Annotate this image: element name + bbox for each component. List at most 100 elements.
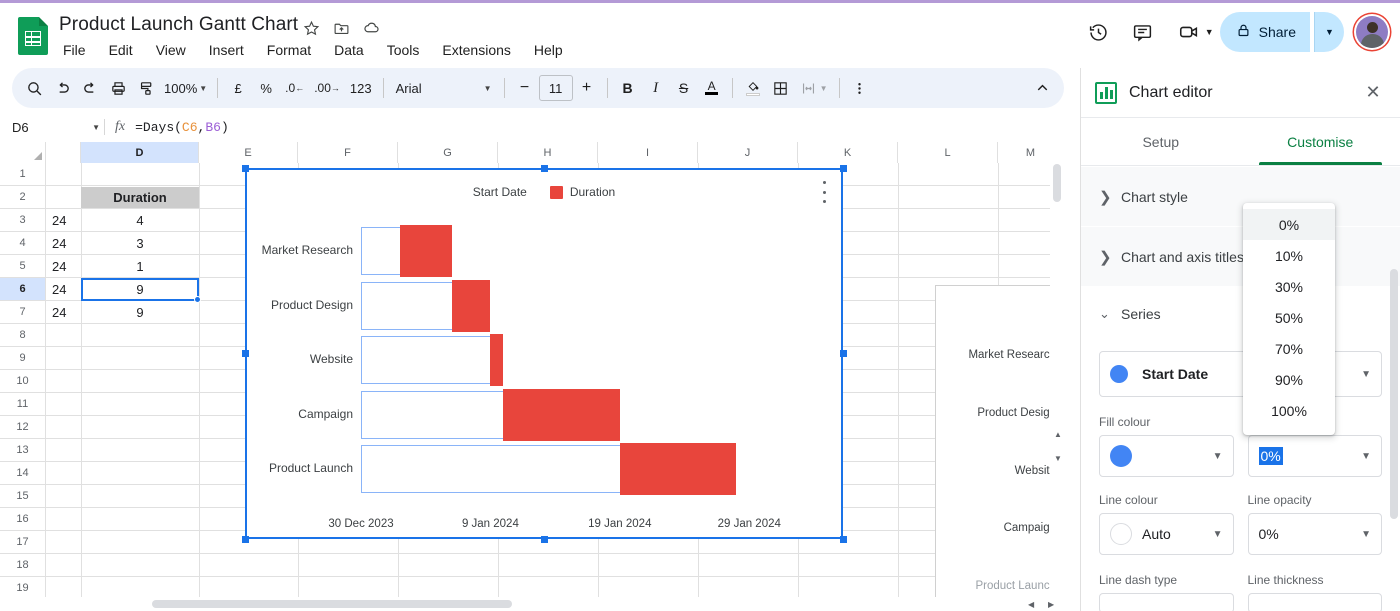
accordion-chart-style[interactable]: ❯ Chart style (1081, 167, 1400, 227)
column-header-d[interactable]: D (81, 142, 199, 163)
opacity-option-70[interactable]: 70% (1243, 333, 1335, 364)
scroll-left-icon[interactable]: ◀ (1028, 600, 1034, 609)
increase-font-size-button[interactable]: + (573, 74, 601, 102)
row-header-10[interactable]: 10 (0, 370, 46, 393)
chart-bar-start-date[interactable] (361, 282, 452, 330)
chart-bar-duration[interactable] (490, 334, 503, 386)
decrease-decimal-button[interactable]: .0← (280, 74, 309, 102)
chart-bar-duration[interactable] (620, 443, 736, 495)
chart-resize-handle[interactable] (541, 536, 548, 543)
version-history-icon[interactable] (1079, 12, 1119, 52)
fill-colour-dropdown[interactable]: ▼ (1099, 435, 1234, 477)
menu-help[interactable]: Help (530, 40, 567, 60)
font-family-selector[interactable]: Arial ▼ (390, 74, 498, 102)
line-opacity-dropdown[interactable]: 0% ▼ (1248, 513, 1383, 555)
name-box[interactable]: D6 ▼ (12, 120, 100, 135)
page-title[interactable]: Product Launch Gantt Chart (59, 14, 298, 36)
horizontal-scroll-thumb[interactable] (152, 600, 512, 608)
table-cell-d3[interactable]: 4 (81, 210, 199, 231)
line-thickness-dropdown[interactable] (1248, 593, 1383, 611)
column-header-h[interactable]: H (498, 142, 598, 163)
row-header-1[interactable]: 1 (0, 163, 46, 186)
table-cell-d4[interactable]: 3 (81, 233, 199, 254)
vertical-scroll-thumb[interactable] (1053, 164, 1061, 202)
more-options-icon[interactable] (846, 74, 874, 102)
row-header-13[interactable]: 13 (0, 439, 46, 462)
redo-icon[interactable] (76, 74, 104, 102)
opacity-option-90[interactable]: 90% (1243, 364, 1335, 395)
row-header-5[interactable]: 5 (0, 255, 46, 278)
chart-resize-handle[interactable] (541, 165, 548, 172)
menu-edit[interactable]: Edit (105, 40, 137, 60)
accordion-chart-and-axis-titles[interactable]: ❯ Chart and axis titles (1081, 227, 1400, 287)
table-cell-c7[interactable]: 24 (48, 302, 81, 323)
column-header-i[interactable]: I (598, 142, 698, 163)
italic-button[interactable]: I (642, 74, 670, 102)
fill-color-icon[interactable] (739, 74, 767, 102)
collapse-toolbar-icon[interactable] (1028, 74, 1056, 102)
chart-resize-handle[interactable] (242, 350, 249, 357)
font-size-input[interactable]: 11 (539, 75, 573, 101)
fill-handle[interactable] (194, 296, 201, 303)
decrease-font-size-button[interactable]: − (511, 74, 539, 102)
star-icon[interactable] (303, 20, 320, 41)
legend-item-start-date[interactable]: Start Date (473, 185, 527, 199)
chart-bar-start-date[interactable] (361, 227, 400, 275)
zoom-selector[interactable]: 100% ▼ (160, 74, 211, 102)
line-colour-dropdown[interactable]: Auto ▼ (1099, 513, 1234, 555)
accordion-series[interactable]: ⌄ Series (1081, 287, 1400, 341)
menu-extensions[interactable]: Extensions (438, 40, 514, 60)
scroll-up-icon[interactable]: ▲ (1054, 430, 1062, 439)
chart-resize-handle[interactable] (242, 536, 249, 543)
row-header-15[interactable]: 15 (0, 485, 46, 508)
column-header-l[interactable]: L (898, 142, 998, 163)
strikethrough-button[interactable]: S (670, 74, 698, 102)
row-header-14[interactable]: 14 (0, 462, 46, 485)
avatar[interactable] (1356, 16, 1388, 48)
table-cell-d2[interactable]: Duration (81, 187, 199, 208)
gantt-chart[interactable]: Start Date Duration Market ResearchProdu… (245, 168, 843, 539)
undo-icon[interactable] (48, 74, 76, 102)
tab-customise[interactable]: Customise (1241, 118, 1400, 165)
opacity-option-50[interactable]: 50% (1243, 302, 1335, 333)
meet-button[interactable]: ▼ (1167, 12, 1216, 52)
vertical-scrollbar[interactable]: ▲ ▼ (1050, 142, 1064, 597)
series-selector[interactable]: Start Date ▼ (1099, 351, 1382, 397)
formula-input[interactable]: =Days(C6,B6) (135, 120, 229, 135)
chart-bar-start-date[interactable] (361, 336, 490, 384)
row-header-9[interactable]: 9 (0, 347, 46, 370)
column-header-j[interactable]: J (698, 142, 798, 163)
menu-data[interactable]: Data (330, 40, 368, 60)
share-button[interactable]: Share (1220, 12, 1310, 52)
column-header-e[interactable]: E (199, 142, 298, 163)
print-icon[interactable] (104, 74, 132, 102)
borders-icon[interactable] (767, 74, 795, 102)
column-header-k[interactable]: K (798, 142, 898, 163)
row-header-17[interactable]: 17 (0, 531, 46, 554)
opacity-option-10[interactable]: 10% (1243, 240, 1335, 271)
menu-insert[interactable]: Insert (205, 40, 248, 60)
horizontal-scrollbar[interactable]: ◀ ▶ (0, 597, 1064, 611)
search-icon[interactable] (20, 74, 48, 102)
line-dash-type-dropdown[interactable] (1099, 593, 1234, 611)
column-header-g[interactable]: G (398, 142, 498, 163)
select-all-corner[interactable] (0, 142, 46, 163)
column-header-c[interactable] (46, 142, 81, 163)
scroll-right-icon[interactable]: ▶ (1048, 600, 1054, 609)
bold-button[interactable]: B (614, 74, 642, 102)
chart-secondary[interactable]: Market Research Product Design Website C… (935, 285, 1064, 611)
menu-format[interactable]: Format (263, 40, 315, 60)
chart-bar-duration[interactable] (503, 389, 619, 441)
chart-resize-handle[interactable] (242, 165, 249, 172)
row-header-2[interactable]: 2 (0, 186, 46, 209)
sheets-logo-icon[interactable] (18, 17, 52, 57)
row-header-16[interactable]: 16 (0, 508, 46, 531)
comment-icon[interactable] (1123, 12, 1163, 52)
percent-format-button[interactable]: % (252, 74, 280, 102)
active-cell-selection[interactable] (81, 278, 199, 301)
chart-bar-duration[interactable] (400, 225, 452, 277)
scroll-down-icon[interactable]: ▼ (1054, 454, 1062, 463)
opacity-option-0[interactable]: 0% (1243, 209, 1335, 240)
row-header-3[interactable]: 3 (0, 209, 46, 232)
paint-format-icon[interactable] (132, 74, 160, 102)
